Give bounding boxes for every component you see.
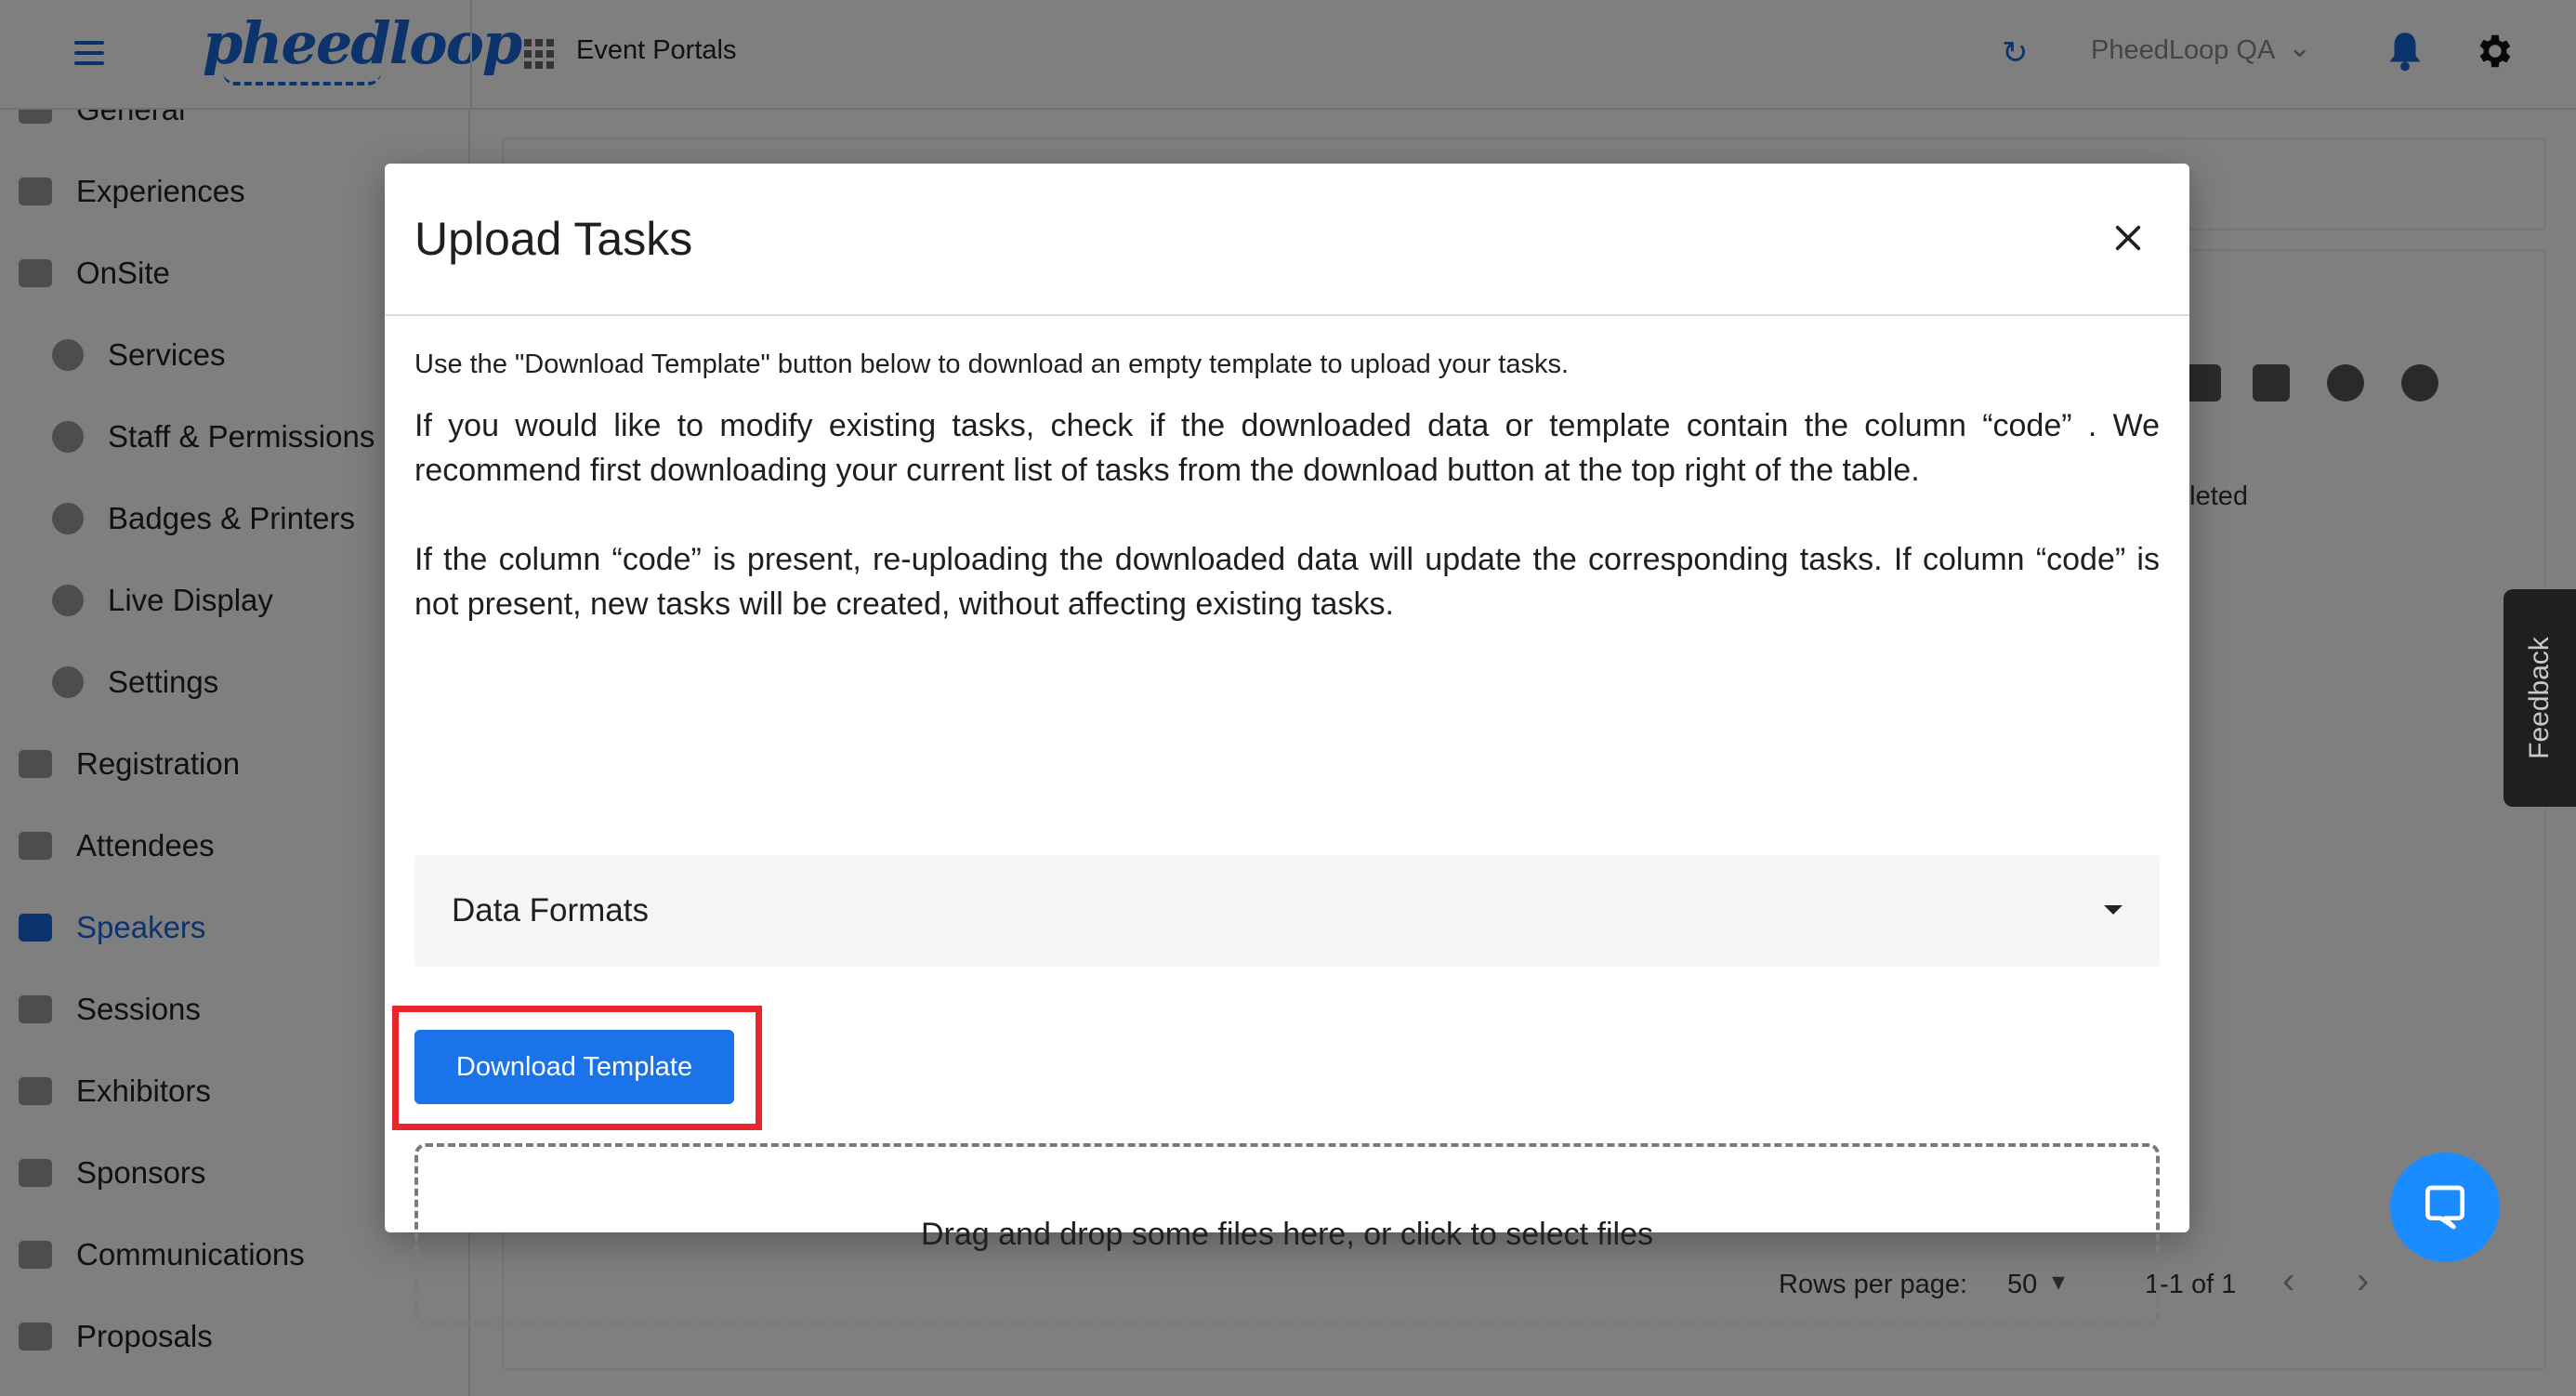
close-button[interactable] [2100, 210, 2156, 266]
code-column-text: If the column “code” is present, re-uplo… [414, 542, 2160, 622]
modify-tasks-text: If you would like to modify existing tas… [414, 408, 2160, 488]
chat-bubble-icon [2425, 1185, 2464, 1230]
dialog-title: Upload Tasks [414, 213, 693, 265]
caret-down-icon [2104, 905, 2123, 915]
close-icon [2115, 225, 2141, 251]
download-template-button[interactable]: Download Template [414, 1030, 734, 1104]
feedback-tab[interactable]: Feedback [2504, 589, 2576, 807]
chat-button[interactable] [2390, 1152, 2500, 1262]
file-dropzone[interactable]: Drag and drop some files here, or click … [414, 1143, 2160, 1325]
feedback-label: Feedback [2524, 637, 2555, 759]
dropzone-text: Drag and drop some files here, or click … [920, 1216, 1653, 1252]
dialog-header: Upload Tasks [385, 164, 2189, 316]
data-formats-label: Data Formats [452, 892, 649, 928]
data-formats-accordion[interactable]: Data Formats [414, 855, 2160, 967]
upload-tasks-dialog: Upload Tasks Use the "Download Template"… [385, 164, 2189, 1325]
intro-text: Use the "Download Template" button below… [414, 349, 1570, 379]
